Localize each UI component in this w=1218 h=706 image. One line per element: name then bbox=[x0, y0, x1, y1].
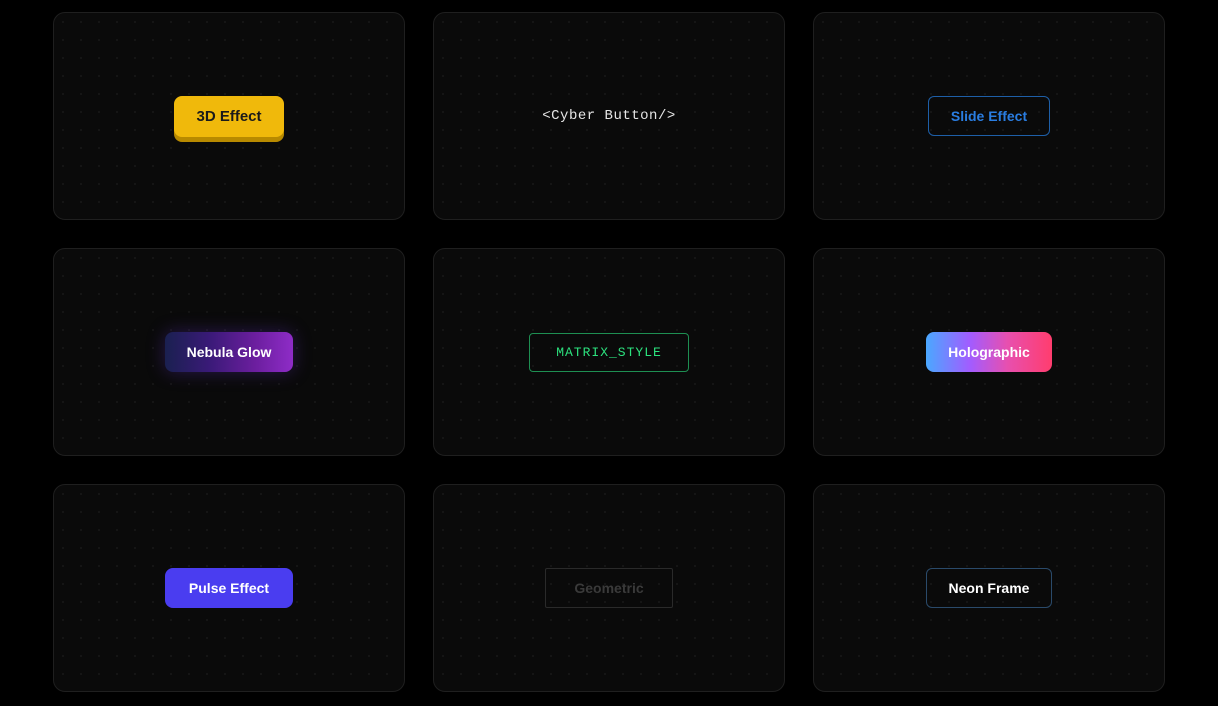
card-3d-effect: 3D Effect bbox=[53, 12, 405, 220]
button-slide-effect[interactable]: Slide Effect bbox=[928, 96, 1050, 136]
button-holographic[interactable]: Holographic bbox=[926, 332, 1052, 372]
card-cyber-button: <Cyber Button/> bbox=[433, 12, 785, 220]
button-pulse-effect[interactable]: Pulse Effect bbox=[165, 568, 293, 608]
button-matrix-style[interactable]: MATRIX_STYLE bbox=[529, 333, 689, 372]
card-matrix-style: MATRIX_STYLE bbox=[433, 248, 785, 456]
button-cyber[interactable]: <Cyber Button/> bbox=[542, 108, 676, 124]
button-3d-effect[interactable]: 3D Effect bbox=[174, 96, 283, 137]
card-neon-frame: Neon Frame bbox=[813, 484, 1165, 692]
button-geometric[interactable]: Geometric bbox=[545, 568, 672, 608]
card-slide-effect: Slide Effect bbox=[813, 12, 1165, 220]
button-neon-frame[interactable]: Neon Frame bbox=[926, 568, 1053, 608]
card-nebula-glow: Nebula Glow bbox=[53, 248, 405, 456]
card-pulse-effect: Pulse Effect bbox=[53, 484, 405, 692]
card-holographic: Holographic bbox=[813, 248, 1165, 456]
button-showcase-grid: 3D Effect <Cyber Button/> Slide Effect N… bbox=[60, 12, 1158, 692]
card-geometric: Geometric bbox=[433, 484, 785, 692]
button-nebula-glow[interactable]: Nebula Glow bbox=[165, 332, 294, 372]
